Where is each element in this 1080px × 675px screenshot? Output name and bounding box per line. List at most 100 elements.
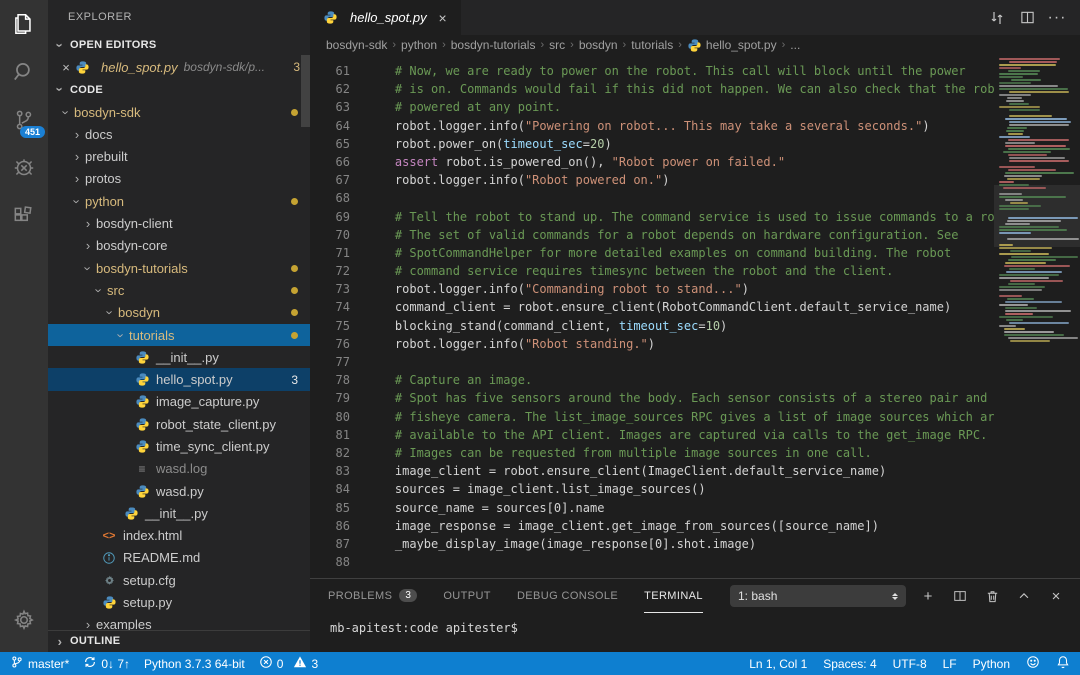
code-line[interactable]: 86 image_response = image_client.get_ima… <box>310 517 994 535</box>
code-line[interactable]: 78 # Capture an image. <box>310 371 994 389</box>
status-problems-summary[interactable]: 03 <box>259 655 318 672</box>
status-indentation[interactable]: Spaces: 4 <box>823 657 876 671</box>
code-line[interactable]: 87 _maybe_display_image(image_response[0… <box>310 535 994 553</box>
breadcrumb-item[interactable]: bosdyn-tutorials <box>451 38 536 52</box>
tree-item-robot-state-client-py[interactable]: robot_state_client.py <box>48 413 310 435</box>
tab-hello-spot[interactable]: hello_spot.py × <box>310 0 461 35</box>
code-line[interactable]: 61 # Now, we are ready to power on the r… <box>310 62 994 80</box>
status-git-branch[interactable]: master* <box>10 655 69 672</box>
tree-item-tutorials[interactable]: ›tutorials <box>48 324 310 346</box>
code-line[interactable]: 77 <box>310 353 994 371</box>
code-line[interactable]: 68 <box>310 189 994 207</box>
explorer-icon[interactable] <box>0 0 48 48</box>
open-editors-header[interactable]: › OPEN EDITORS <box>48 34 310 56</box>
tree-item-bosdyn[interactable]: ›bosdyn <box>48 302 310 324</box>
tree-item-docs[interactable]: ›docs <box>48 123 310 145</box>
code-line[interactable]: 69 # Tell the robot to stand up. The com… <box>310 208 994 226</box>
split-terminal-icon[interactable] <box>950 586 970 606</box>
panel-tab-terminal[interactable]: TERMINAL <box>644 579 703 613</box>
status-encoding[interactable]: UTF-8 <box>893 657 927 671</box>
panel-tab-output[interactable]: OUTPUT <box>443 579 491 613</box>
tree-item-bosdyn-client[interactable]: ›bosdyn-client <box>48 212 310 234</box>
code-line[interactable]: 63 # powered at any point. <box>310 98 994 116</box>
kill-terminal-icon[interactable] <box>982 586 1002 606</box>
breadcrumb-item[interactable]: python <box>401 38 437 52</box>
code-line[interactable]: 65 robot.power_on(timeout_sec=20) <box>310 135 994 153</box>
tree-item-bosdyn-core[interactable]: ›bosdyn-core <box>48 235 310 257</box>
code-line[interactable]: 74 command_client = robot.ensure_client(… <box>310 298 994 316</box>
tree-item--init-py[interactable]: __init__.py <box>48 346 310 368</box>
status-cursor-position[interactable]: Ln 1, Col 1 <box>749 657 807 671</box>
close-panel-icon[interactable]: × <box>1046 586 1066 606</box>
code-line[interactable]: 62 # is on. Commands would fail if this … <box>310 80 994 98</box>
code-line[interactable]: 71 # SpotCommandHelper for more detailed… <box>310 244 994 262</box>
breadcrumb-item[interactable]: bosdyn-sdk <box>326 38 387 52</box>
code-editor[interactable]: 61 # Now, we are ready to power on the r… <box>310 55 994 578</box>
close-icon[interactable]: × <box>58 60 74 75</box>
tree-item-protos[interactable]: ›protos <box>48 168 310 190</box>
code-line[interactable]: 75 blocking_stand(command_client, timeou… <box>310 317 994 335</box>
tree-item-src[interactable]: ›src <box>48 279 310 301</box>
breadcrumb-item[interactable]: tutorials <box>631 38 673 52</box>
new-terminal-icon[interactable]: + <box>918 586 938 606</box>
search-icon[interactable] <box>0 48 48 96</box>
source-control-icon[interactable]: 451 <box>0 96 48 144</box>
code-line[interactable]: 81 # available to the API client. Images… <box>310 426 994 444</box>
minimap[interactable] <box>994 55 1080 578</box>
tree-item-bosdyn-sdk[interactable]: ›bosdyn-sdk <box>48 101 310 123</box>
code-line[interactable]: 82 # Images can be requested from multip… <box>310 444 994 462</box>
breadcrumb-item[interactable]: hello_spot.py <box>706 38 777 52</box>
tree-item-examples[interactable]: ›examples <box>48 614 310 630</box>
code-line[interactable]: 64 robot.logger.info("Powering on robot.… <box>310 117 994 135</box>
breadcrumb-item[interactable]: ... <box>790 38 800 52</box>
code-section-header[interactable]: › CODE <box>48 79 310 101</box>
tree-item-readme-md[interactable]: README.md <box>48 547 310 569</box>
tree-item-image-capture-py[interactable]: image_capture.py <box>48 391 310 413</box>
status-language-mode[interactable]: Python <box>973 657 1010 671</box>
open-editor-item[interactable]: × hello_spot.py bosdyn-sdk/p... 3 <box>48 56 310 78</box>
extensions-icon[interactable] <box>0 192 48 240</box>
status-eol[interactable]: LF <box>943 657 957 671</box>
breadcrumb-item[interactable]: bosdyn <box>579 38 618 52</box>
code-line[interactable]: 72 # command service requires timesync b… <box>310 262 994 280</box>
tree-item-hello-spot-py[interactable]: hello_spot.py3 <box>48 368 310 390</box>
tree-item-python[interactable]: ›python <box>48 190 310 212</box>
code-line[interactable]: 88 <box>310 553 994 571</box>
settings-gear-icon[interactable] <box>0 596 48 644</box>
panel-tab-problems[interactable]: PROBLEMS3 <box>328 579 417 613</box>
tree-item-index-html[interactable]: <>index.html <box>48 525 310 547</box>
tree-item-setup-py[interactable]: setup.py <box>48 591 310 613</box>
code-line[interactable]: 66 assert robot.is_powered_on(), "Robot … <box>310 153 994 171</box>
code-line[interactable]: 79 # Spot has five sensors around the bo… <box>310 389 994 407</box>
maximize-panel-icon[interactable] <box>1014 586 1034 606</box>
sidebar-scrollbar[interactable] <box>301 55 310 127</box>
status-notifications[interactable] <box>1056 655 1070 672</box>
code-line[interactable]: 67 robot.logger.info("Robot powered on."… <box>310 171 994 189</box>
outline-section-header[interactable]: › OUTLINE <box>48 630 310 652</box>
open-changes-icon[interactable] <box>984 5 1010 31</box>
tree-item-setup-cfg[interactable]: setup.cfg <box>48 569 310 591</box>
tree-item-time-sync-client-py[interactable]: time_sync_client.py <box>48 435 310 457</box>
code-line[interactable]: 85 source_name = sources[0].name <box>310 499 994 517</box>
debug-icon[interactable] <box>0 144 48 192</box>
more-actions-icon[interactable]: ··· <box>1044 5 1070 31</box>
status-sync-status[interactable]: 0↓ 7↑ <box>83 655 130 672</box>
tree-item-prebuilt[interactable]: ›prebuilt <box>48 145 310 167</box>
tree-item-wasd-py[interactable]: wasd.py <box>48 480 310 502</box>
code-line[interactable]: 76 robot.logger.info("Robot standing.") <box>310 335 994 353</box>
status-python-interpreter[interactable]: Python 3.7.3 64-bit <box>144 657 245 671</box>
tree-item-bosdyn-tutorials[interactable]: ›bosdyn-tutorials <box>48 257 310 279</box>
code-line[interactable]: 84 sources = image_client.list_image_sou… <box>310 480 994 498</box>
panel-tab-debug-console[interactable]: DEBUG CONSOLE <box>517 579 618 613</box>
tab-close-icon[interactable]: × <box>435 10 451 26</box>
code-line[interactable]: 73 robot.logger.info("Commanding robot t… <box>310 280 994 298</box>
code-line[interactable]: 70 # The set of valid commands for a rob… <box>310 226 994 244</box>
terminal-prompt[interactable]: mb-apitest:code apitester$ <box>310 613 1080 635</box>
code-line[interactable]: 83 image_client = robot.ensure_client(Im… <box>310 462 994 480</box>
code-line[interactable]: 80 # fisheye camera. The list_image_sour… <box>310 408 994 426</box>
breadcrumb-item[interactable]: src <box>549 38 565 52</box>
status-feedback[interactable] <box>1026 655 1040 672</box>
tree-item-wasd-log[interactable]: ≡wasd.log <box>48 458 310 480</box>
split-editor-icon[interactable] <box>1014 5 1040 31</box>
tree-item--init-py[interactable]: __init__.py <box>48 502 310 524</box>
